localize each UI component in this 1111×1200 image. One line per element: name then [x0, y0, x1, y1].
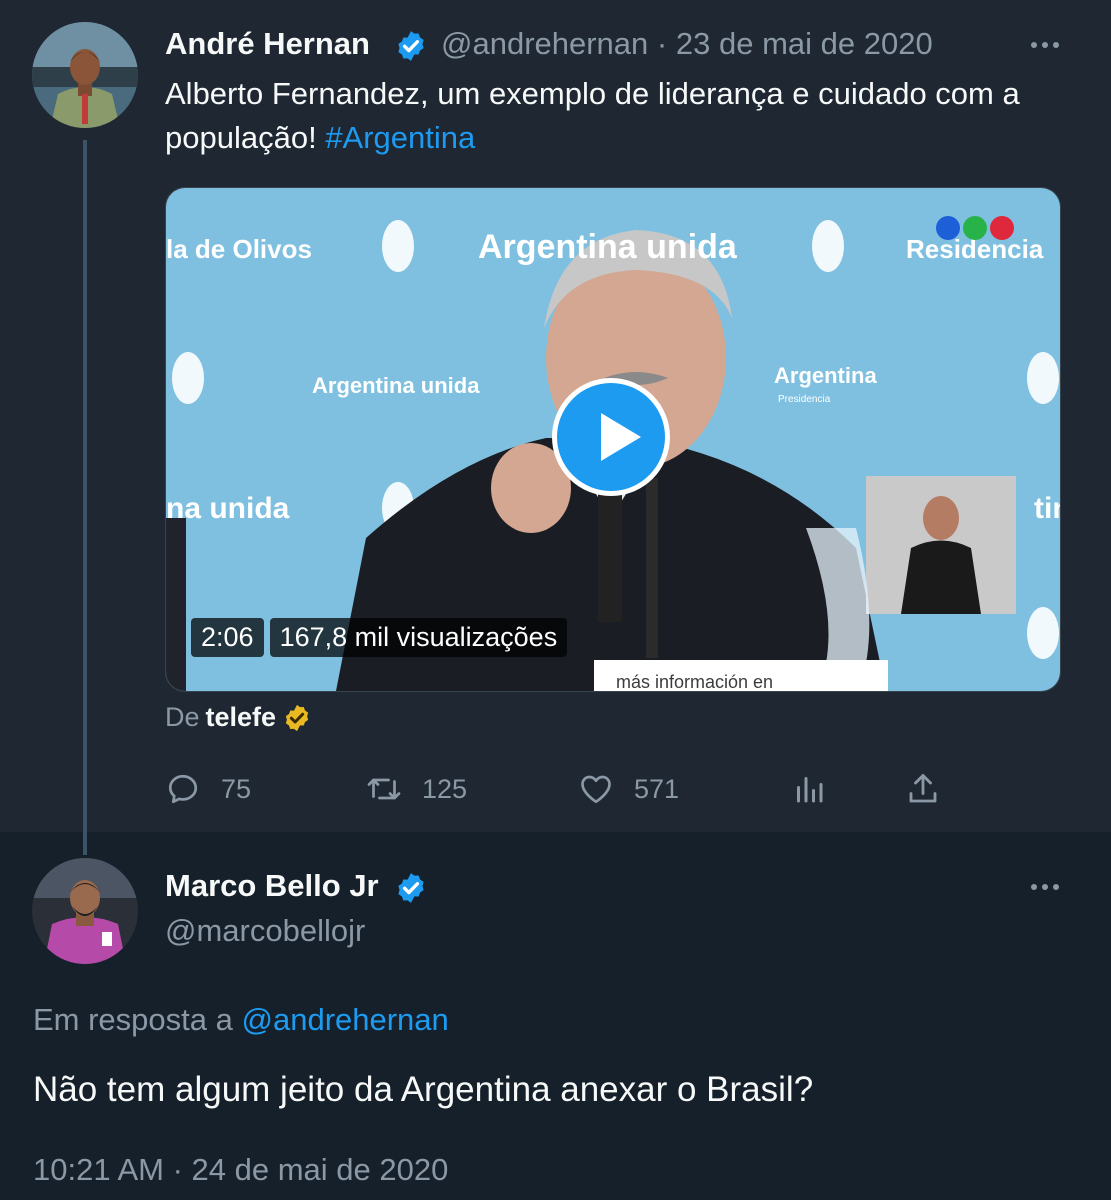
reply-icon	[168, 774, 198, 804]
source-name-link[interactable]: telefe	[206, 702, 277, 733]
video-meta: 2:06 167,8 mil visualizações	[191, 618, 568, 657]
retweet-icon	[367, 778, 401, 800]
source-prefix: De	[165, 702, 200, 732]
media-source: De telefe	[165, 702, 312, 733]
telefe-logo-icon	[934, 214, 1016, 242]
like-action-button[interactable]: 571	[578, 770, 679, 808]
retweet-count: 125	[422, 773, 468, 804]
reply-author-name[interactable]: Marco Bello Jr	[165, 868, 379, 904]
share-button[interactable]	[905, 770, 941, 808]
author-avatar[interactable]	[32, 22, 138, 128]
video-background-text: la de Olivos	[166, 234, 312, 264]
video-background-text: Argentina unida	[312, 373, 480, 398]
video-background-text: Argentina unida	[478, 228, 738, 266]
play-button[interactable]	[552, 378, 670, 496]
tweet-text: Alberto Fernandez, um exemplo de lideran…	[165, 72, 1045, 160]
author-meta: @andrehernan · 23 de mai de 2020	[441, 26, 933, 62]
reply-to-prefix: Em resposta a	[33, 1002, 233, 1037]
video-background-text: tin	[1034, 492, 1060, 525]
meta-separator: ·	[656, 26, 668, 61]
author-name[interactable]: André Hernan	[165, 26, 370, 62]
hashtag-link[interactable]: #Argentina	[325, 120, 475, 155]
thread-connector-line	[83, 140, 87, 855]
video-caption: más información en	[594, 660, 888, 691]
reply-author-handle[interactable]: @marcobellojr	[165, 913, 365, 949]
reply-more-options-icon[interactable]	[1025, 877, 1065, 897]
heart-icon	[581, 775, 611, 804]
reply-to-mention-link[interactable]: @andrehernan	[242, 1002, 449, 1037]
tweet-text-body: Alberto Fernandez, um exemplo de lideran…	[165, 76, 1020, 155]
play-icon	[601, 413, 641, 461]
reply-action-button[interactable]: 75	[165, 770, 251, 808]
author-handle[interactable]: @andrehernan	[441, 26, 648, 61]
analytics-icon	[797, 777, 823, 803]
verified-badge-icon	[398, 31, 424, 61]
reply-verified-badge-icon	[398, 873, 424, 903]
reply-timestamp[interactable]: 10:21 AM · 24 de mai de 2020	[33, 1152, 448, 1188]
reply-context: Em resposta a @andrehernan	[33, 1002, 449, 1038]
video-duration: 2:06	[191, 618, 264, 657]
video-player[interactable]: tinna unidaPresidenciaArgentinaArgentina…	[165, 187, 1061, 692]
retweet-action-button[interactable]: 125	[366, 770, 467, 808]
views-analytics-button[interactable]	[791, 770, 827, 808]
gold-verified-icon	[285, 704, 309, 731]
reply-author-avatar[interactable]	[32, 858, 138, 964]
tweet-date[interactable]: 23 de mai de 2020	[676, 26, 933, 61]
reply-count: 75	[221, 773, 252, 804]
video-background-text: Argentina	[774, 363, 877, 388]
video-background-text: Presidencia	[778, 394, 831, 405]
video-views: 167,8 mil visualizações	[269, 618, 568, 657]
reply-text: Não tem algum jeito da Argentina anexar …	[33, 1070, 814, 1109]
share-icon	[909, 774, 937, 803]
more-options-icon[interactable]	[1025, 35, 1065, 55]
like-count: 571	[634, 773, 680, 804]
